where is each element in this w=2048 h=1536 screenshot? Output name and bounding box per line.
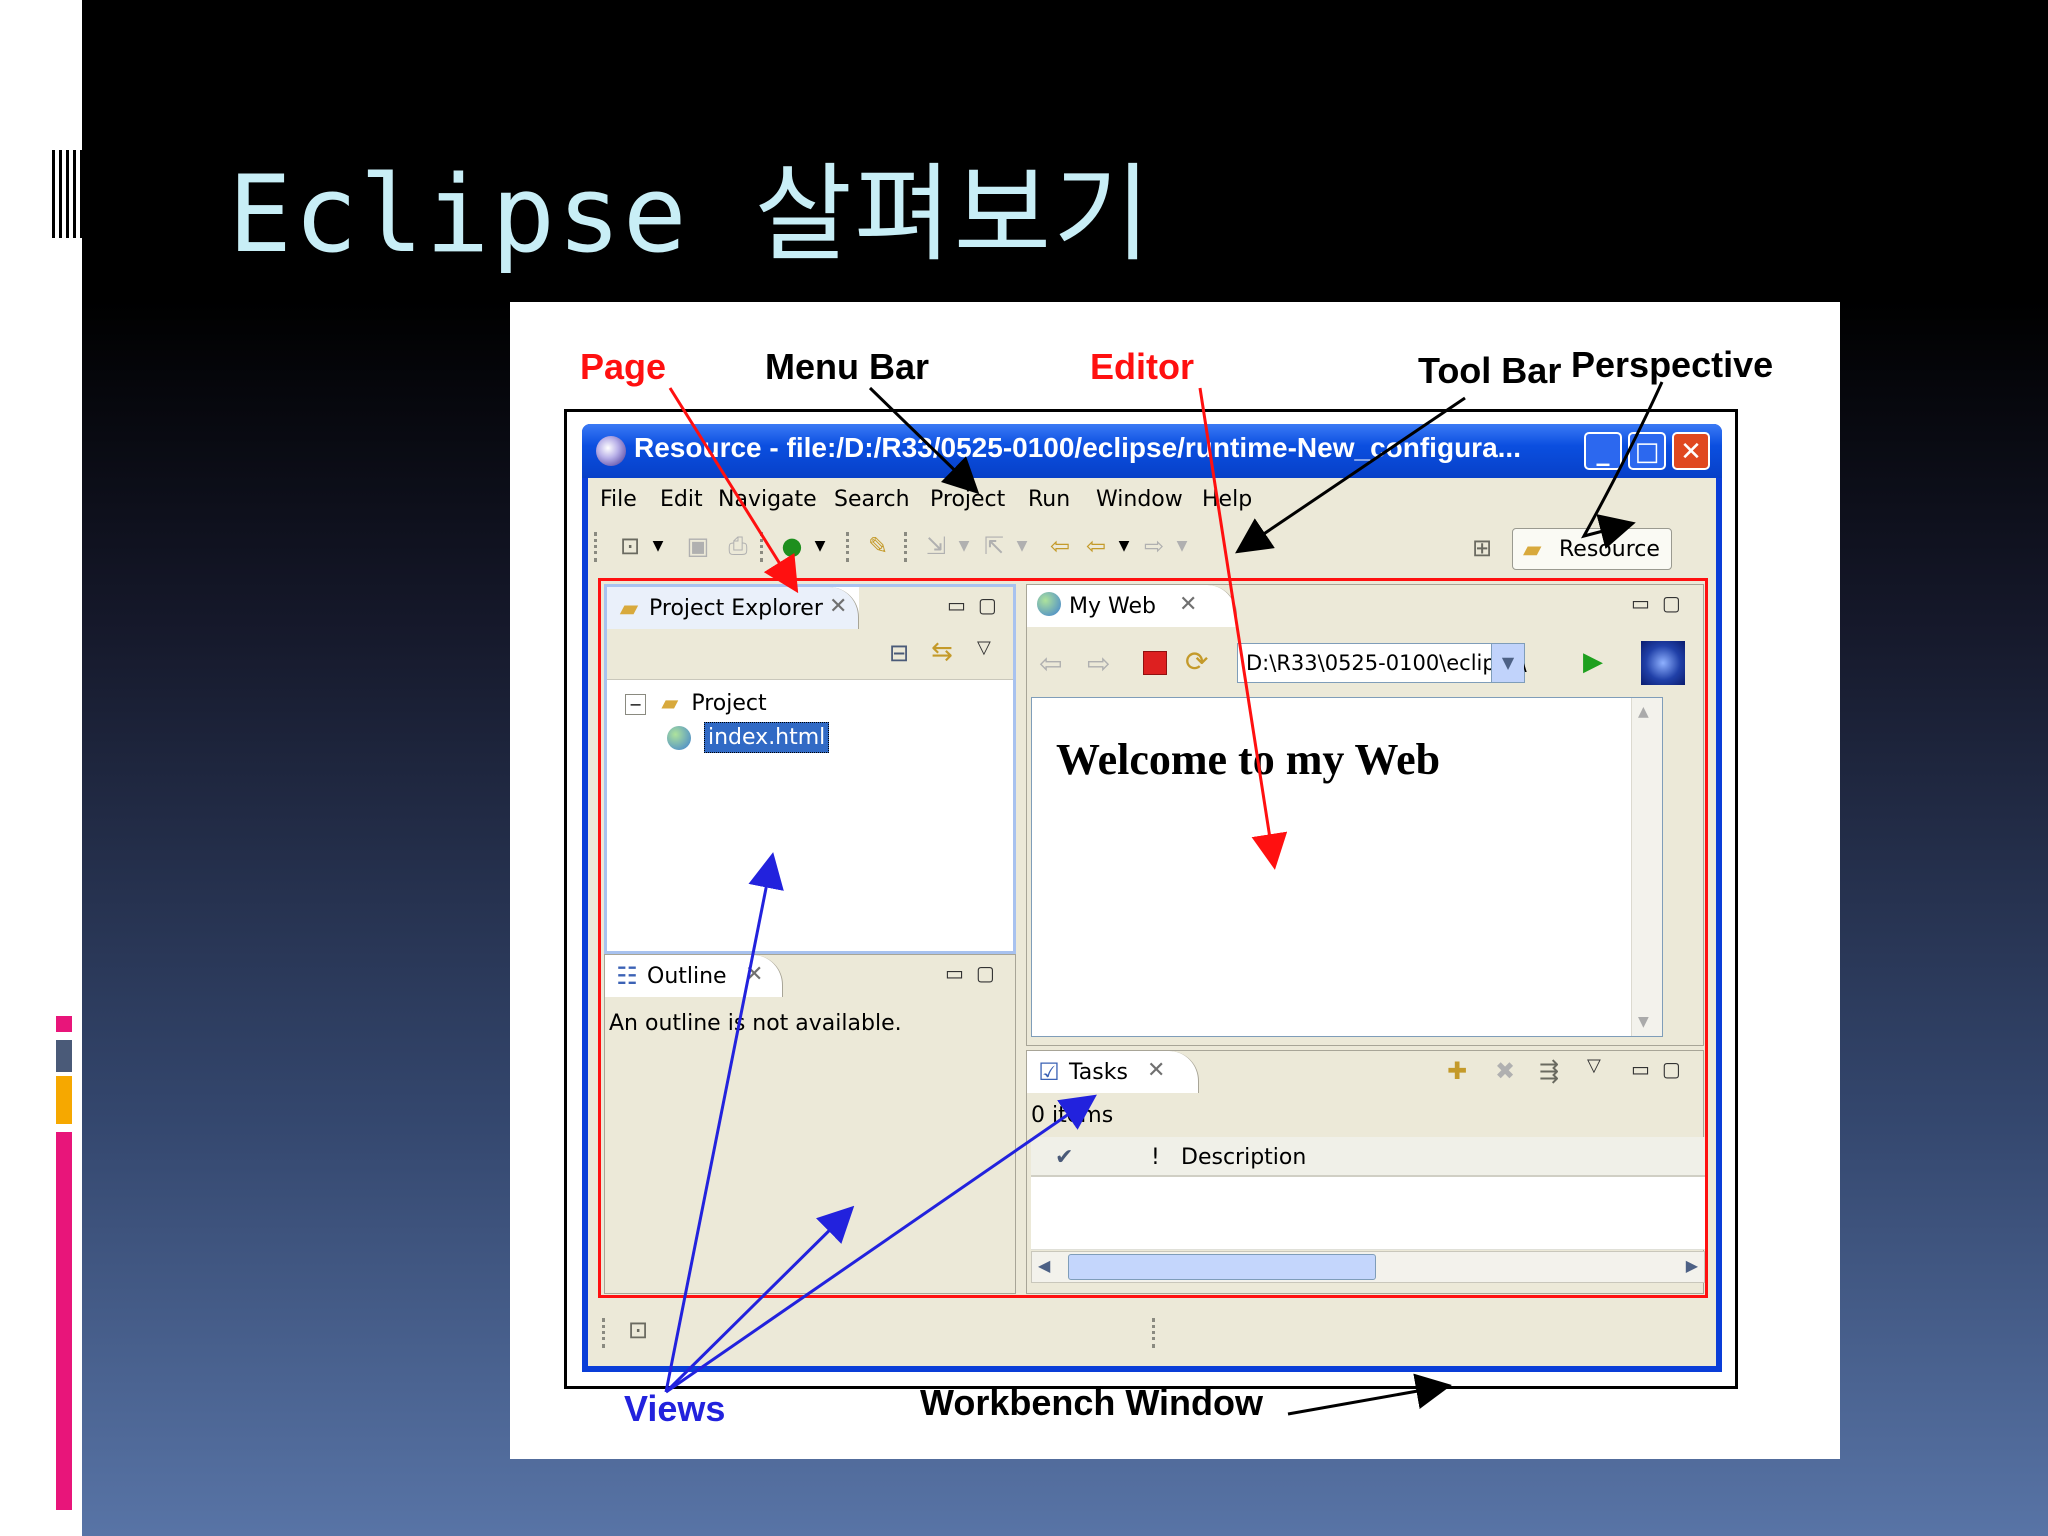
arrow-page bbox=[668, 387, 799, 594]
arrow-views-2 bbox=[664, 1205, 855, 1394]
arrow-views-1 bbox=[664, 852, 784, 1393]
accent-bar-3 bbox=[56, 1076, 72, 1124]
slide-title: Eclipse 살펴보기 bbox=[228, 153, 1153, 276]
arrow-perspective bbox=[1581, 381, 1664, 549]
eclipse-diagram: Page Menu Bar Editor Tool Bar Perspectiv… bbox=[510, 302, 1840, 1459]
arrow-tool-bar bbox=[1235, 396, 1466, 554]
arrow-workbench bbox=[1287, 1373, 1452, 1416]
arrow-menu-bar bbox=[868, 386, 980, 495]
slide-left-pattern bbox=[48, 150, 82, 238]
arrow-editor bbox=[1198, 387, 1288, 870]
accent-bar-1 bbox=[56, 1016, 72, 1032]
accent-bar-4 bbox=[56, 1132, 72, 1510]
callout-arrows bbox=[664, 381, 1664, 1416]
accent-bar-2 bbox=[56, 1040, 72, 1072]
arrow-views-3 bbox=[665, 1094, 1097, 1394]
